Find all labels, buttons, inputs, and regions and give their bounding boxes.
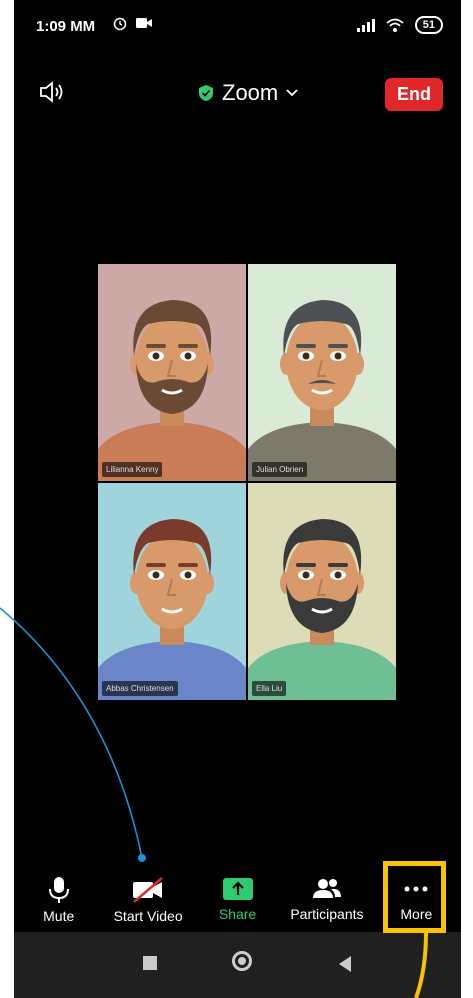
participant-name: Ella Liu [252, 681, 287, 696]
participant-name: Julian Obrien [252, 462, 308, 477]
avatar-eyebrow [178, 563, 198, 567]
avatar-pupil [334, 352, 342, 360]
home-button[interactable] [232, 951, 252, 971]
avatar-eyebrow [296, 344, 316, 348]
avatar-ear [352, 353, 364, 375]
meeting-title-text: Zoom [222, 80, 279, 105]
avatar-eyebrow [328, 563, 348, 567]
avatar-ear [130, 572, 142, 594]
participant-tile[interactable]: Lilianna Kenny [98, 264, 246, 481]
back-button[interactable] [339, 956, 351, 972]
meeting-title[interactable]: Zoom [198, 80, 298, 106]
recents-button[interactable] [143, 956, 157, 970]
video-status-icon [136, 18, 152, 28]
avatar-pupil [334, 571, 342, 579]
avatar-pupil [302, 352, 310, 360]
start-video-button[interactable]: Start Video [103, 866, 192, 930]
avatar-eyebrow [178, 344, 198, 348]
participant-tile[interactable]: Julian Obrien [248, 264, 396, 481]
avatar-pupil [184, 571, 192, 579]
avatar-pupil [302, 571, 310, 579]
avatar-ear [280, 353, 292, 375]
battery-indicator: 51 [414, 16, 443, 34]
avatar-pupil [184, 352, 192, 360]
mute-label: Mute [43, 908, 75, 924]
alarm-icon [113, 17, 127, 31]
wifi-icon [386, 18, 404, 32]
participant-avatar [98, 483, 246, 700]
avatar-eyebrow [146, 563, 166, 567]
avatar-eyebrow [328, 344, 348, 348]
phone-screen: 1:09 MM 51 Zoom End Lilianna Kenny Julia… [14, 0, 461, 998]
android-nav-bar [14, 932, 461, 998]
participant-tile[interactable]: Ella Liu [248, 483, 396, 700]
participant-name: Abbas Christensen [102, 681, 178, 696]
status-right-icons: 51 [356, 16, 443, 34]
participants-label: Participants [290, 906, 364, 922]
signal-icon [356, 19, 375, 32]
share-icon [222, 878, 253, 900]
status-time: 1:09 MM [36, 18, 96, 35]
speaker-icon[interactable] [38, 80, 68, 109]
mute-button[interactable]: Mute [14, 866, 103, 930]
status-bar: 1:09 MM 51 [14, 0, 461, 60]
avatar-pupil [152, 571, 160, 579]
start-video-label: Start Video [113, 908, 183, 924]
end-button[interactable]: End [385, 78, 443, 111]
share-label: Share [218, 906, 257, 922]
avatar-eyebrow [146, 344, 166, 348]
avatar-ear [202, 572, 214, 594]
meeting-header: Zoom End [14, 66, 461, 118]
participants-icon [312, 879, 341, 898]
participant-avatar [98, 264, 246, 481]
video-grid: Lilianna Kenny Julian Obrien Abbas Chris… [98, 264, 396, 700]
participant-avatar [248, 264, 396, 481]
status-left-icons [112, 15, 152, 31]
participant-name: Lilianna Kenny [102, 462, 163, 477]
chevron-down-icon [286, 89, 298, 97]
avatar-eyebrow [296, 563, 316, 567]
share-button[interactable]: Share [193, 866, 282, 930]
microphone-icon [48, 877, 69, 903]
video-off-icon [133, 877, 163, 903]
participants-button[interactable]: Participants [282, 866, 371, 930]
participant-tile[interactable]: Abbas Christensen [98, 483, 246, 700]
more-highlight-box [383, 861, 446, 933]
shield-check-icon [199, 85, 213, 101]
avatar-pupil [152, 352, 160, 360]
participant-avatar [248, 483, 396, 700]
